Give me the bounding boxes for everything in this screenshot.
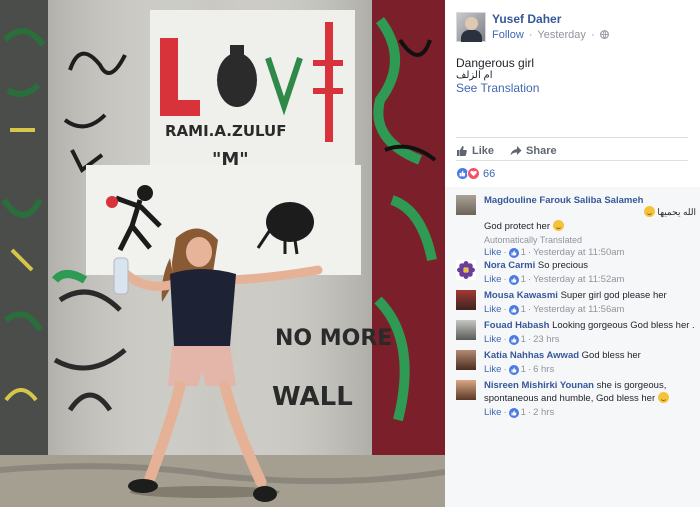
author-avatar[interactable] [456,12,486,42]
post-header: Yusef Daher Follow · Yesterday · [456,10,696,44]
comment-time[interactable]: 6 hrs [533,364,554,375]
comment-time[interactable]: Yesterday at 11:52am [533,274,624,285]
comment-dot: · [527,304,532,315]
comment: Katia Nahhas Awwad God bless her Like · … [456,350,696,376]
meta-separator: · [590,29,595,41]
commenter-name[interactable]: Fouad Habash [484,320,549,331]
commenter-avatar[interactable] [456,350,476,370]
kiss-emoji-icon [657,392,669,403]
share-arrow-icon [510,146,522,156]
see-translation-link[interactable]: See Translation [456,81,539,95]
share-label: Share [526,145,557,157]
commenter-name[interactable]: Katia Nahhas Awwad [484,350,579,361]
author-name[interactable]: Yusef Daher [492,12,561,26]
comment-dot: · [527,247,532,258]
comment-dot: · [503,304,507,315]
comment-like-count[interactable]: 1 [521,247,526,258]
post-caption-arabic: ام الزلف [456,70,493,81]
meta-separator: · [528,29,533,41]
comment-dot: · [527,364,532,375]
comment-text: So precious [537,260,589,271]
post-time[interactable]: Yesterday [537,29,586,41]
comment-dot: · [503,364,507,375]
comment-text: Super girl god please her [560,290,667,301]
comment-dot: · [527,274,532,285]
photo-scene: RAMI.A.ZULUF "M" NO MORE WALL [0,0,445,507]
comment-like-count[interactable]: 1 [521,334,526,345]
comment-text: God bless her [581,350,641,361]
post-photo[interactable]: RAMI.A.ZULUF "M" NO MORE WALL [0,0,445,507]
reactions-count: 66 [483,167,496,180]
comment-like-count[interactable]: 1 [521,304,526,315]
commenter-name[interactable]: Magdouline Farouk Saliba Salameh [484,195,696,206]
comment-time[interactable]: Yesterday at 11:50am [533,247,624,258]
globe-icon [599,30,609,39]
divider [456,160,688,161]
commenter-avatar[interactable] [456,290,476,310]
comment-like-count[interactable]: 1 [521,407,526,418]
comments-section: Magdouline Farouk Saliba Salameh الله يح… [445,187,700,507]
comment-dot: · [527,334,532,345]
comment: Magdouline Farouk Saliba Salameh الله يح… [456,195,696,258]
comment: Fouad Habash Looking gorgeous God bless … [456,320,696,346]
love-reaction-icon [467,167,480,180]
comment-dot: · [503,274,507,285]
wall-text-no-more: NO MORE [275,326,392,351]
comment-like-count[interactable]: 1 [521,364,526,375]
post-meta: Follow · Yesterday · [492,29,609,41]
comment-dot: · [527,407,532,418]
comment-like-link[interactable]: Like [484,247,501,258]
commenter-name[interactable]: Nisreen Mishirki Younan [484,380,594,391]
comment-like-link[interactable]: Like [484,364,501,375]
reactions-summary[interactable]: 66 [456,167,495,180]
comment-time[interactable]: 23 hrs [533,334,559,345]
commenter-avatar[interactable] [456,260,476,280]
commenter-avatar[interactable] [456,380,476,400]
commenter-name[interactable]: Mousa Kawasmi [484,290,558,301]
comment-dot: · [503,334,507,345]
share-button[interactable]: Share [510,144,557,158]
wall-text-name: RAMI.A.ZULUF [165,122,286,140]
comment: Nisreen Mishirki Younan she is gorgeous,… [456,380,696,420]
divider [456,137,688,138]
like-label: Like [472,145,495,157]
like-count-icon [508,247,519,258]
flower-icon [457,261,475,279]
comment-like-link[interactable]: Like [484,274,501,285]
follow-link[interactable]: Follow [492,29,524,41]
comment-time[interactable]: Yesterday at 11:56am [533,304,624,315]
commenter-name[interactable]: Nora Carmi [484,260,535,271]
comment-dot: · [503,247,507,258]
comment: Mousa Kawasmi Super girl god please her … [456,290,696,316]
comment-like-link[interactable]: Like [484,407,501,418]
like-count-icon [508,304,519,315]
comment-time[interactable]: 2 hrs [533,407,554,418]
like-button[interactable]: Like [456,144,494,158]
comment-like-link[interactable]: Like [484,334,501,345]
comment-text: Looking gorgeous God bless her . [552,320,695,331]
like-count-icon [508,407,519,418]
thumbs-up-icon [457,146,467,156]
post-actions: Like Share [456,144,557,158]
commenter-avatar[interactable] [456,195,476,215]
post-caption: Dangerous girl [456,56,535,70]
commenter-avatar[interactable] [456,320,476,340]
comment: Nora Carmi So precious Like · 1 · Yester… [456,260,696,286]
comment-text: God protect her [484,221,551,232]
like-count-icon [508,274,519,285]
like-count-icon [508,364,519,375]
comment-original-text: الله يحميها [643,206,696,218]
like-count-icon [508,334,519,345]
comment-dot: · [503,407,507,418]
wall-text-wall: WALL [272,382,353,412]
smile-emoji-icon [552,220,564,231]
comment-like-count[interactable]: 1 [521,274,526,285]
smile-emoji-icon [643,206,655,217]
comment-like-link[interactable]: Like [484,304,501,315]
auto-translated-label[interactable]: Automatically Translated [484,235,696,245]
